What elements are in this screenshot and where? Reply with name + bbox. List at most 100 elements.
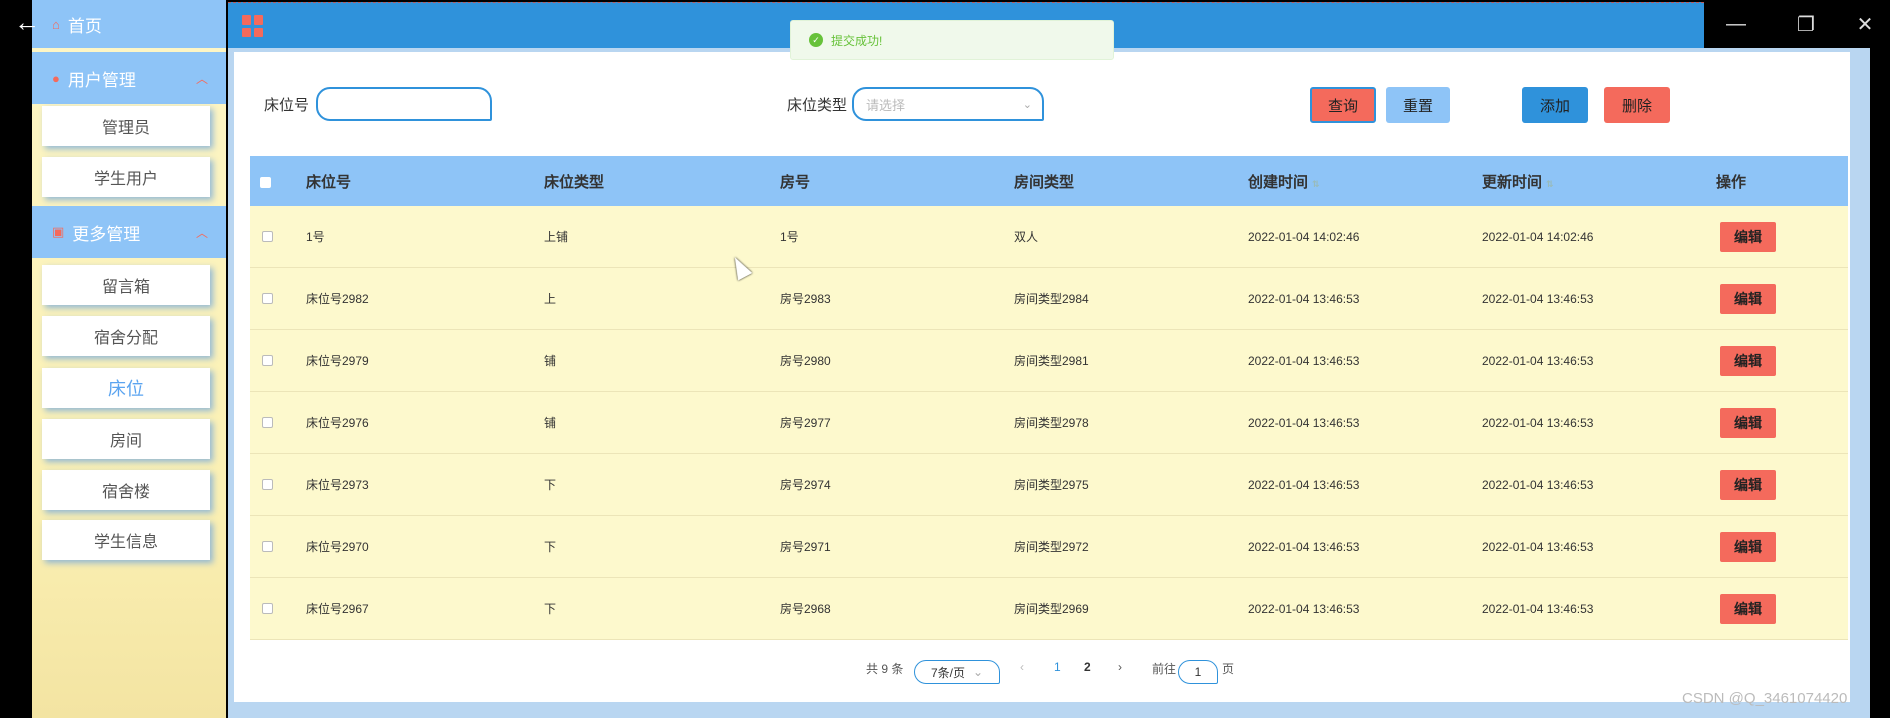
table-cell: 2022-01-04 13:46:53	[1248, 415, 1360, 430]
table-cell: 床位号2979	[306, 354, 369, 368]
grid-small-icon: ▣	[52, 224, 65, 239]
table-cell: 上铺	[544, 230, 569, 244]
sidebar-item-room[interactable]: 房间	[42, 419, 210, 459]
app-window: ⌂ 首页 ● 用户管理 ︿ 管理员 学生用户 ▣ 更多管理 ︿ 留言箱 宿舍分配…	[0, 0, 1890, 718]
edit-button[interactable]: 编辑	[1720, 532, 1776, 562]
sidebar-item-dorm-assign[interactable]: 宿舍分配	[42, 316, 210, 356]
next-page-icon[interactable]: ›	[1118, 660, 1122, 674]
table-cell: 床位号2982	[306, 292, 369, 306]
table-row[interactable]: 床位号2973 下 房号2974 房间类型2975 2022-01-04 13:46:5…	[250, 454, 1848, 516]
table-cell: 铺	[544, 416, 557, 430]
row-checkbox[interactable]	[262, 231, 273, 242]
bed-type-label: 床位类型	[787, 97, 848, 114]
table-cell: 2022-01-04 14:02:46	[1482, 229, 1594, 244]
sidebar-item-message-box[interactable]: 留言箱	[42, 265, 210, 305]
chevron-down-icon: ⌄	[1022, 98, 1032, 111]
table-cell: 下	[544, 478, 557, 492]
page-1[interactable]: 1	[1054, 660, 1061, 674]
check-circle-icon: ✓	[809, 33, 823, 47]
table-cell: 房间类型2981	[1014, 354, 1089, 368]
table-row[interactable]: 床位号2967 下 房号2968 房间类型2969 2022-01-04 13:46:5…	[250, 578, 1848, 640]
table-cell: 下	[544, 602, 557, 616]
page-size-select[interactable]: 7条/页 ⌄	[914, 660, 1000, 684]
col-room-no: 房号	[780, 173, 811, 191]
sidebar-item-admin[interactable]: 管理员	[42, 106, 210, 146]
edit-button[interactable]: 编辑	[1720, 470, 1776, 500]
user-icon: ●	[52, 70, 60, 86]
table-cell: 房号2971	[780, 540, 831, 554]
table-cell: 2022-01-04 13:46:53	[1248, 353, 1360, 368]
sidebar-item-home[interactable]: ⌂ 首页	[32, 0, 226, 48]
success-toast: ✓ 提交成功!	[790, 20, 1114, 60]
sidebar-group-user-management[interactable]: ● 用户管理 ︿	[32, 52, 226, 104]
row-checkbox[interactable]	[262, 603, 273, 614]
page-2[interactable]: 2	[1084, 660, 1091, 674]
table-cell: 房号2974	[780, 478, 831, 492]
table-cell: 2022-01-04 13:46:53	[1482, 353, 1594, 368]
query-button[interactable]: 查询	[1310, 87, 1376, 123]
table-cell: 铺	[544, 354, 557, 368]
table-row[interactable]: 床位号2979 铺 房号2980 房间类型2981 2022-01-04 13:46:5…	[250, 330, 1848, 392]
table-row[interactable]: 床位号2970 下 房号2971 房间类型2972 2022-01-04 13:46:5…	[250, 516, 1848, 578]
edit-button[interactable]: 编辑	[1720, 594, 1776, 624]
table-cell: 房间类型2984	[1014, 292, 1089, 306]
total-count: 共 9 条	[866, 662, 904, 676]
add-button[interactable]: 添加	[1522, 87, 1588, 123]
delete-button[interactable]: 删除	[1604, 87, 1670, 123]
row-checkbox[interactable]	[262, 355, 273, 366]
close-icon[interactable]: ✕	[1840, 0, 1890, 48]
table-cell: 2022-01-04 13:46:53	[1248, 291, 1360, 306]
table-cell: 2022-01-04 13:46:53	[1482, 477, 1594, 492]
table-row[interactable]: 床位号2976 铺 房号2977 房间类型2978 2022-01-04 13:46:5…	[250, 392, 1848, 454]
sidebar-item-student-user[interactable]: 学生用户	[42, 157, 210, 197]
table-cell: 房号2977	[780, 416, 831, 430]
minimize-icon[interactable]: —	[1706, 0, 1766, 48]
home-icon: ⌂	[52, 16, 60, 32]
table-cell: 上	[544, 292, 557, 306]
row-checkbox[interactable]	[262, 417, 273, 428]
restore-icon[interactable]: ❐	[1776, 0, 1836, 48]
back-arrow-icon[interactable]: ←	[14, 8, 40, 36]
table-cell: 床位号2970	[306, 540, 369, 554]
row-checkbox[interactable]	[262, 541, 273, 552]
table-cell: 房间类型2972	[1014, 540, 1089, 554]
sidebar-item-building[interactable]: 宿舍楼	[42, 470, 210, 510]
bed-table: 床位号 床位类型 房号 房间类型 创建时间 ⇅ 更新时间 ⇅ 操作 1号 上铺 1号 双人…	[250, 156, 1848, 640]
bed-type-select[interactable]: 请选择 ⌄	[852, 87, 1044, 121]
sidebar-item-bed[interactable]: 床位	[42, 368, 210, 408]
table-cell: 2022-01-04 13:46:53	[1482, 291, 1594, 306]
col-actions: 操作	[1716, 173, 1747, 191]
table-cell: 2022-01-04 13:46:53	[1482, 415, 1594, 430]
table-body: 1号 上铺 1号 双人 2022-01-04 14:02:46 2022-01-04 14…	[250, 206, 1848, 640]
bed-no-input[interactable]	[316, 87, 492, 121]
edit-button[interactable]: 编辑	[1720, 284, 1776, 314]
prev-page-icon[interactable]: ‹	[1020, 660, 1024, 674]
col-bed-type: 床位类型	[544, 173, 605, 191]
table-cell: 房号2983	[780, 292, 831, 306]
edit-button[interactable]: 编辑	[1720, 408, 1776, 438]
table-cell: 1号	[780, 230, 799, 244]
edit-button[interactable]: 编辑	[1720, 346, 1776, 376]
table-cell: 2022-01-04 13:46:53	[1248, 539, 1360, 554]
col-updated-at[interactable]: 更新时间 ⇅	[1482, 171, 1554, 192]
row-checkbox[interactable]	[262, 293, 273, 304]
sidebar-item-student-info[interactable]: 学生信息	[42, 520, 210, 560]
sidebar-group-more-management[interactable]: ▣ 更多管理 ︿	[32, 206, 226, 258]
chevron-down-icon: ⌄	[972, 665, 984, 679]
table-cell: 2022-01-04 13:46:53	[1248, 601, 1360, 616]
chevron-up-icon: ︿	[195, 71, 208, 86]
goto-page-input[interactable]: 1	[1178, 660, 1218, 684]
table-cell: 下	[544, 540, 557, 554]
sort-icon: ⇅	[1312, 178, 1320, 189]
row-checkbox[interactable]	[262, 479, 273, 490]
sort-icon: ⇅	[1546, 178, 1554, 189]
table-cell: 2022-01-04 13:46:53	[1248, 477, 1360, 492]
menu-grid-icon[interactable]	[242, 15, 264, 37]
select-all-checkbox[interactable]	[260, 177, 271, 188]
reset-button[interactable]: 重置	[1386, 87, 1450, 123]
edit-button[interactable]: 编辑	[1720, 222, 1776, 252]
table-row[interactable]: 1号 上铺 1号 双人 2022-01-04 14:02:46 2022-01-04 14…	[250, 206, 1848, 268]
col-created-at[interactable]: 创建时间 ⇅	[1248, 171, 1320, 192]
col-bed-no: 床位号	[306, 173, 352, 191]
table-row[interactable]: 床位号2982 上 房号2983 房间类型2984 2022-01-04 13:46:5…	[250, 268, 1848, 330]
